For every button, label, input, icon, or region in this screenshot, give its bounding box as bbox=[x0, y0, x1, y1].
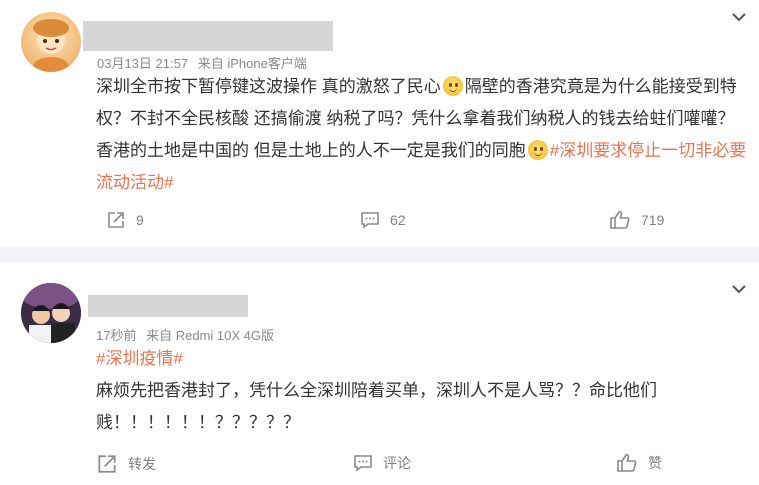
weibo-post: 03月13日 21:57 来自 iPhone客户端 深圳全市按下暂停键这波操作 … bbox=[0, 0, 759, 247]
comment-button[interactable]: 评论 bbox=[353, 453, 411, 473]
share-button[interactable]: 9 bbox=[106, 210, 144, 230]
like-label: 赞 bbox=[648, 455, 662, 471]
comment-icon bbox=[361, 212, 379, 229]
chevron-down-icon[interactable] bbox=[731, 281, 747, 297]
share-button[interactable]: 转发 bbox=[96, 453, 156, 475]
post-time[interactable]: 03月13日 21:57 bbox=[97, 56, 188, 71]
username-redacted bbox=[88, 295, 248, 317]
avatar[interactable] bbox=[21, 283, 81, 343]
like-count: 719 bbox=[641, 212, 665, 228]
username-redacted bbox=[83, 21, 333, 51]
share-count: 9 bbox=[136, 212, 144, 228]
avatar-photo bbox=[21, 283, 81, 343]
post-text-part-1: 深圳全市按下暂停键这波操作 真的激怒了民心 bbox=[96, 77, 441, 96]
like-button[interactable]: 赞 bbox=[616, 453, 662, 473]
post-text: 麻烦先把香港封了，凭什么全深圳陪着买单，深圳人不是人骂？？命比他们贱！！！！！！… bbox=[96, 381, 657, 432]
post-meta: 17秒前 来自 Redmi 10X 4G版 bbox=[96, 325, 274, 344]
post-source: 来自 iPhone客户端 bbox=[197, 56, 307, 71]
avatar[interactable] bbox=[21, 12, 81, 72]
thumbs-up-icon bbox=[610, 210, 630, 229]
comment-icon bbox=[354, 455, 372, 472]
comment-count: 62 bbox=[390, 212, 406, 228]
comment-button[interactable]: 62 bbox=[360, 210, 406, 230]
topic-link[interactable]: #深圳疫情# bbox=[96, 343, 696, 375]
smile-emoji-icon bbox=[442, 76, 463, 96]
smile-emoji-icon bbox=[527, 140, 548, 160]
comment-label: 评论 bbox=[383, 455, 411, 471]
share-icon bbox=[108, 212, 124, 228]
share-label: 转发 bbox=[128, 456, 156, 472]
post-meta: 03月13日 21:57 来自 iPhone客户端 bbox=[97, 53, 307, 72]
chevron-down-icon[interactable] bbox=[731, 9, 747, 25]
avatar-illustration bbox=[33, 19, 69, 72]
post-source: 来自 Redmi 10X 4G版 bbox=[146, 328, 274, 343]
like-button[interactable]: 719 bbox=[609, 210, 664, 230]
thumbs-up-icon bbox=[617, 453, 637, 472]
post-time[interactable]: 17秒前 bbox=[96, 328, 136, 343]
post-content: 深圳全市按下暂停键这波操作 真的激怒了民心 隔壁的香港究竟是为什么能接受到特权？不… bbox=[96, 71, 751, 199]
post-separator bbox=[0, 247, 759, 262]
post-content: #深圳疫情# 麻烦先把香港封了，凭什么全深圳陪着买单，深圳人不是人骂？？命比他们… bbox=[96, 343, 696, 439]
share-icon bbox=[98, 455, 116, 473]
